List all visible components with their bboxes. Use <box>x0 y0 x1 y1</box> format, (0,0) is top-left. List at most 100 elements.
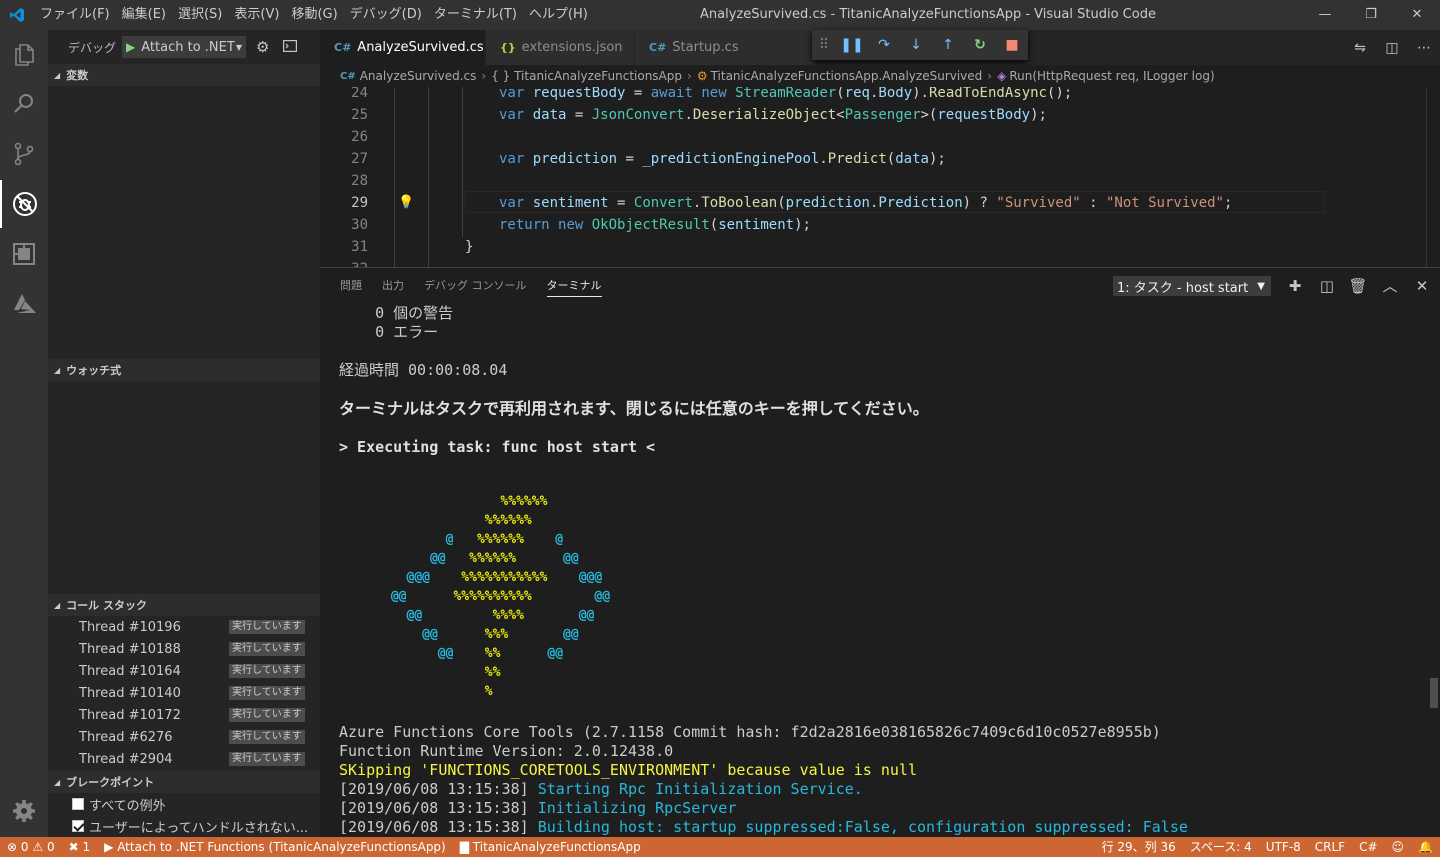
terminal-line: 0 エラー <box>339 323 439 341</box>
terminal-select-value: 1: タスク - host start <box>1117 280 1249 296</box>
problems-status[interactable]: ⊗ 0 ⚠ 0 <box>0 837 62 857</box>
method-icon: ◈ <box>997 69 1007 83</box>
error-icon: ⊗ <box>7 840 18 854</box>
breadcrumb-namespace[interactable]: { } TitanicAnalyzeFunctionsApp <box>491 69 682 83</box>
log-timestamp: [2019/06/08 13:15:38] <box>339 818 529 836</box>
thread-name: Thread #10140 <box>79 685 181 701</box>
language-mode[interactable]: C# <box>1352 837 1384 857</box>
scrollbar-track <box>1426 87 1427 267</box>
terminal-select[interactable]: 1: タスク - host start ▼ <box>1113 276 1271 296</box>
terminal-output[interactable]: 0 個の警告 0 エラー 経過時間 00:00:08.04 ターミナルはタスクで… <box>339 304 1429 838</box>
open-changes-icon[interactable]: ⇋ <box>1344 40 1376 56</box>
indentation-status[interactable]: スペース: 4 <box>1183 837 1259 857</box>
debug-console-icon[interactable] <box>283 39 298 55</box>
tab-extensions-json[interactable]: {} extensions.json <box>486 30 634 65</box>
notifications-bell-icon[interactable]: 🔔 <box>1411 837 1440 857</box>
menu-selection[interactable]: 選択(S) <box>172 0 228 30</box>
ascii-logo-line: @@ %%%%%%%%%% @@ <box>390 589 611 604</box>
encoding-status[interactable]: UTF-8 <box>1259 837 1308 857</box>
cursor-position[interactable]: 行 29、列 36 <box>1095 837 1183 857</box>
log-timestamp: [2019/06/08 13:15:38] <box>339 780 529 798</box>
csharp-file-icon: C# <box>334 41 352 54</box>
callstack-section-header[interactable]: ◢ コール スタック <box>48 594 320 616</box>
tab-terminal[interactable]: ターミナル <box>546 268 602 304</box>
close-window-button[interactable]: ✕ <box>1394 0 1440 30</box>
code-editor[interactable]: 24 var requestBody = await new StreamRead… <box>320 87 1440 267</box>
eol-status[interactable]: CRLF <box>1308 837 1352 857</box>
debug-status[interactable]: ▶ Attach to .NET Functions (TitanicAnaly… <box>97 837 453 857</box>
terminal-line: Function Runtime Version: 2.0.12438.0 <box>339 742 674 760</box>
menu-file[interactable]: ファイル(F) <box>34 0 116 30</box>
step-out-button[interactable]: ↑ <box>932 37 964 53</box>
watch-section-header[interactable]: ◢ ウォッチ式 <box>48 359 320 381</box>
search-icon[interactable] <box>0 80 48 128</box>
close-panel-icon[interactable]: ✕ <box>1408 274 1436 298</box>
breakpoint-user-unhandled[interactable]: ユーザーによってハンドルされない... <box>48 815 320 837</box>
disconnect-button[interactable]: ■ <box>996 37 1028 53</box>
thread-state-badge: 実行しています <box>229 730 305 744</box>
more-actions-icon[interactable]: ⋯ <box>1408 40 1440 56</box>
split-editor-icon[interactable]: ◫ <box>1376 40 1408 56</box>
restart-button[interactable]: ↻ <box>964 37 996 53</box>
menu-edit[interactable]: 編集(E) <box>116 0 172 30</box>
gear-icon[interactable]: ⚙ <box>256 38 269 56</box>
minimize-button[interactable]: — <box>1302 0 1348 30</box>
kill-terminal-icon[interactable]: 🗑 <box>1344 274 1372 298</box>
callstack-thread[interactable]: Thread #10196 実行しています <box>48 616 320 638</box>
azure-icon[interactable] <box>0 280 48 328</box>
folder-status[interactable]: ▇ TitanicAnalyzeFunctionsApp <box>453 837 648 857</box>
menu-go[interactable]: 移動(G) <box>285 0 343 30</box>
drag-handle-icon[interactable]: ⠿ <box>812 37 836 53</box>
checkbox[interactable] <box>72 820 84 832</box>
pause-button[interactable]: ❚❚ <box>836 37 868 53</box>
terminal-line: Azure Functions Core Tools (2.7.1158 Com… <box>339 723 1161 741</box>
line-number: 25 <box>351 107 368 123</box>
split-terminal-icon[interactable]: ◫ <box>1313 274 1341 298</box>
menu-terminal[interactable]: ターミナル(T) <box>428 0 523 30</box>
terminal-line: > Executing task: func host start < <box>339 438 656 456</box>
thread-name: Thread #2904 <box>79 751 173 767</box>
tab-startup[interactable]: C# Startup.cs <box>635 30 815 65</box>
callstack-thread[interactable]: Thread #10140 実行しています <box>48 682 320 704</box>
variables-section-header[interactable]: ◢ 変数 <box>48 64 320 86</box>
lightbulb-icon[interactable]: 💡 <box>398 192 414 214</box>
maximize-panel-icon[interactable]: ︿ <box>1376 274 1404 298</box>
menu-view[interactable]: 表示(V) <box>228 0 285 30</box>
status-bar: ⊗ 0 ⚠ 0 ✖ 1 ▶ Attach to .NET Functions (… <box>0 837 1440 857</box>
settings-gear-icon[interactable] <box>0 787 48 835</box>
breadcrumb-method[interactable]: Run(HttpRequest req, ILogger log) <box>1009 69 1214 83</box>
debug-config-select[interactable]: ▶ Attach to .NET ▼ <box>122 36 247 58</box>
callstack-thread[interactable]: Thread #2904 実行しています <box>48 748 320 770</box>
callstack-thread[interactable]: Thread #6276 実行しています <box>48 726 320 748</box>
source-control-icon[interactable] <box>0 130 48 178</box>
explorer-icon[interactable] <box>0 30 48 78</box>
breadcrumb-file[interactable]: AnalyzeSurvived.cs <box>360 69 477 83</box>
tab-analyzesurvived[interactable]: C# AnalyzeSurvived.cs × <box>320 30 505 65</box>
callstack-thread[interactable]: Thread #10172 実行しています <box>48 704 320 726</box>
debug-icon[interactable] <box>0 180 48 228</box>
breadcrumb-class[interactable]: TitanicAnalyzeFunctionsApp.AnalyzeSurviv… <box>711 69 983 83</box>
callstack-thread[interactable]: Thread #10164 実行しています <box>48 660 320 682</box>
extensions-icon[interactable] <box>0 230 48 278</box>
expanded-icon: ◢ <box>54 70 61 80</box>
restore-button[interactable]: ❐ <box>1348 0 1394 30</box>
tab-output[interactable]: 出力 <box>382 268 404 304</box>
breakpoint-all-exceptions[interactable]: すべての例外 <box>48 793 320 815</box>
breadcrumb: C# AnalyzeSurvived.cs › { } TitanicAnaly… <box>320 65 1440 87</box>
code-line: 28 <box>320 170 1440 192</box>
tab-problems[interactable]: 問題 <box>340 268 362 304</box>
step-into-button[interactable]: ↓ <box>900 37 932 53</box>
tab-debug-console[interactable]: デバッグ コンソール <box>424 268 527 304</box>
step-over-button[interactable]: ↷ <box>868 37 900 53</box>
callstack-thread[interactable]: Thread #10188 実行しています <box>48 638 320 660</box>
process-status[interactable]: ✖ 1 <box>62 837 98 857</box>
new-terminal-icon[interactable]: ✚ <box>1281 274 1309 298</box>
breakpoints-section-header[interactable]: ◢ ブレークポイント <box>48 771 320 793</box>
terminal-scrollbar[interactable] <box>1430 678 1438 708</box>
start-debug-icon[interactable]: ▶ <box>126 40 135 54</box>
checkbox[interactable] <box>72 798 84 810</box>
menu-help[interactable]: ヘルプ(H) <box>523 0 594 30</box>
menu-debug[interactable]: デバッグ(D) <box>344 0 428 30</box>
breakpoint-label: すべての例外 <box>89 798 166 814</box>
feedback-smiley-icon[interactable]: ☺ <box>1385 837 1412 857</box>
